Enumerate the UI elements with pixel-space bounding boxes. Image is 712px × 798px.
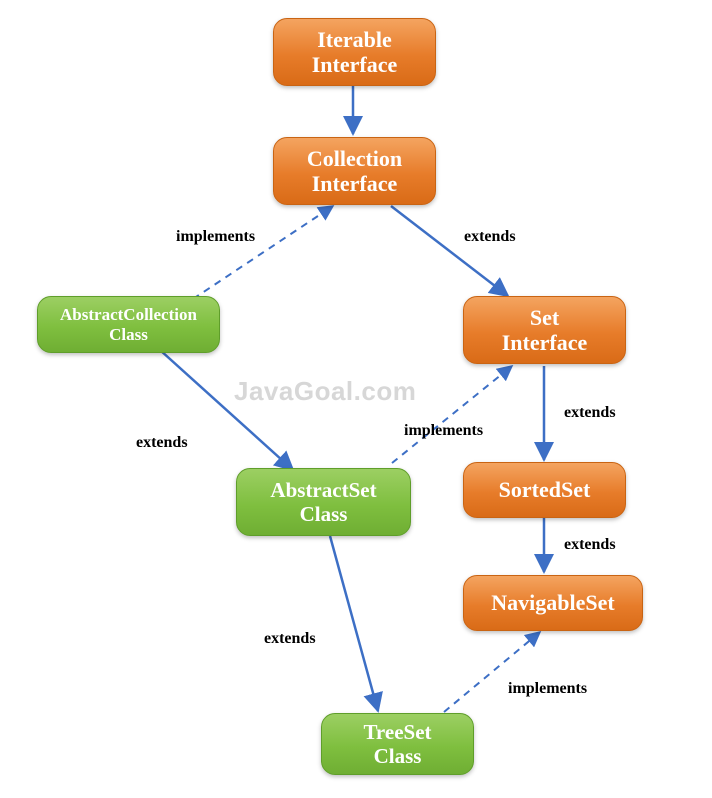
set-label-1: Set <box>530 305 559 330</box>
set-interface-node: Set Interface <box>463 296 626 364</box>
navigable-set-node: NavigableSet <box>463 575 643 631</box>
label-implements-tree-nav: implements <box>508 680 587 698</box>
label-extends-set-sorted: extends <box>564 404 616 422</box>
sorted-set-label: SortedSet <box>499 477 591 502</box>
tree-set-label-1: TreeSet <box>363 720 431 744</box>
iterable-label-2: Interface <box>312 52 398 77</box>
abstract-set-label-1: AbstractSet <box>270 478 376 502</box>
abstract-collection-label-2: Class <box>109 325 148 345</box>
sorted-set-node: SortedSet <box>463 462 626 518</box>
watermark-text: JavaGoal.com <box>234 376 416 407</box>
label-extends-as-tree: extends <box>264 630 316 648</box>
label-implements-as-set: implements <box>404 422 483 440</box>
abstract-collection-class-node: AbstractCollection Class <box>37 296 220 353</box>
collection-interface-node: Collection Interface <box>273 137 436 205</box>
collection-label-2: Interface <box>312 171 398 196</box>
label-extends-ac-as: extends <box>136 434 188 452</box>
navigable-set-label: NavigableSet <box>491 590 614 615</box>
set-label-2: Interface <box>502 330 588 355</box>
abstract-set-label-2: Class <box>300 502 348 526</box>
abstract-set-class-node: AbstractSet Class <box>236 468 411 536</box>
label-implements-1: implements <box>176 228 255 246</box>
label-extends-sorted-nav: extends <box>564 536 616 554</box>
abstract-collection-label-1: AbstractCollection <box>60 305 197 325</box>
label-extends-1: extends <box>464 228 516 246</box>
tree-set-label-2: Class <box>374 744 422 768</box>
iterable-interface-node: Iterable Interface <box>273 18 436 86</box>
collection-label-1: Collection <box>307 146 402 171</box>
iterable-label-1: Iterable <box>317 27 392 52</box>
tree-set-class-node: TreeSet Class <box>321 713 474 775</box>
connector-layer <box>0 0 712 798</box>
